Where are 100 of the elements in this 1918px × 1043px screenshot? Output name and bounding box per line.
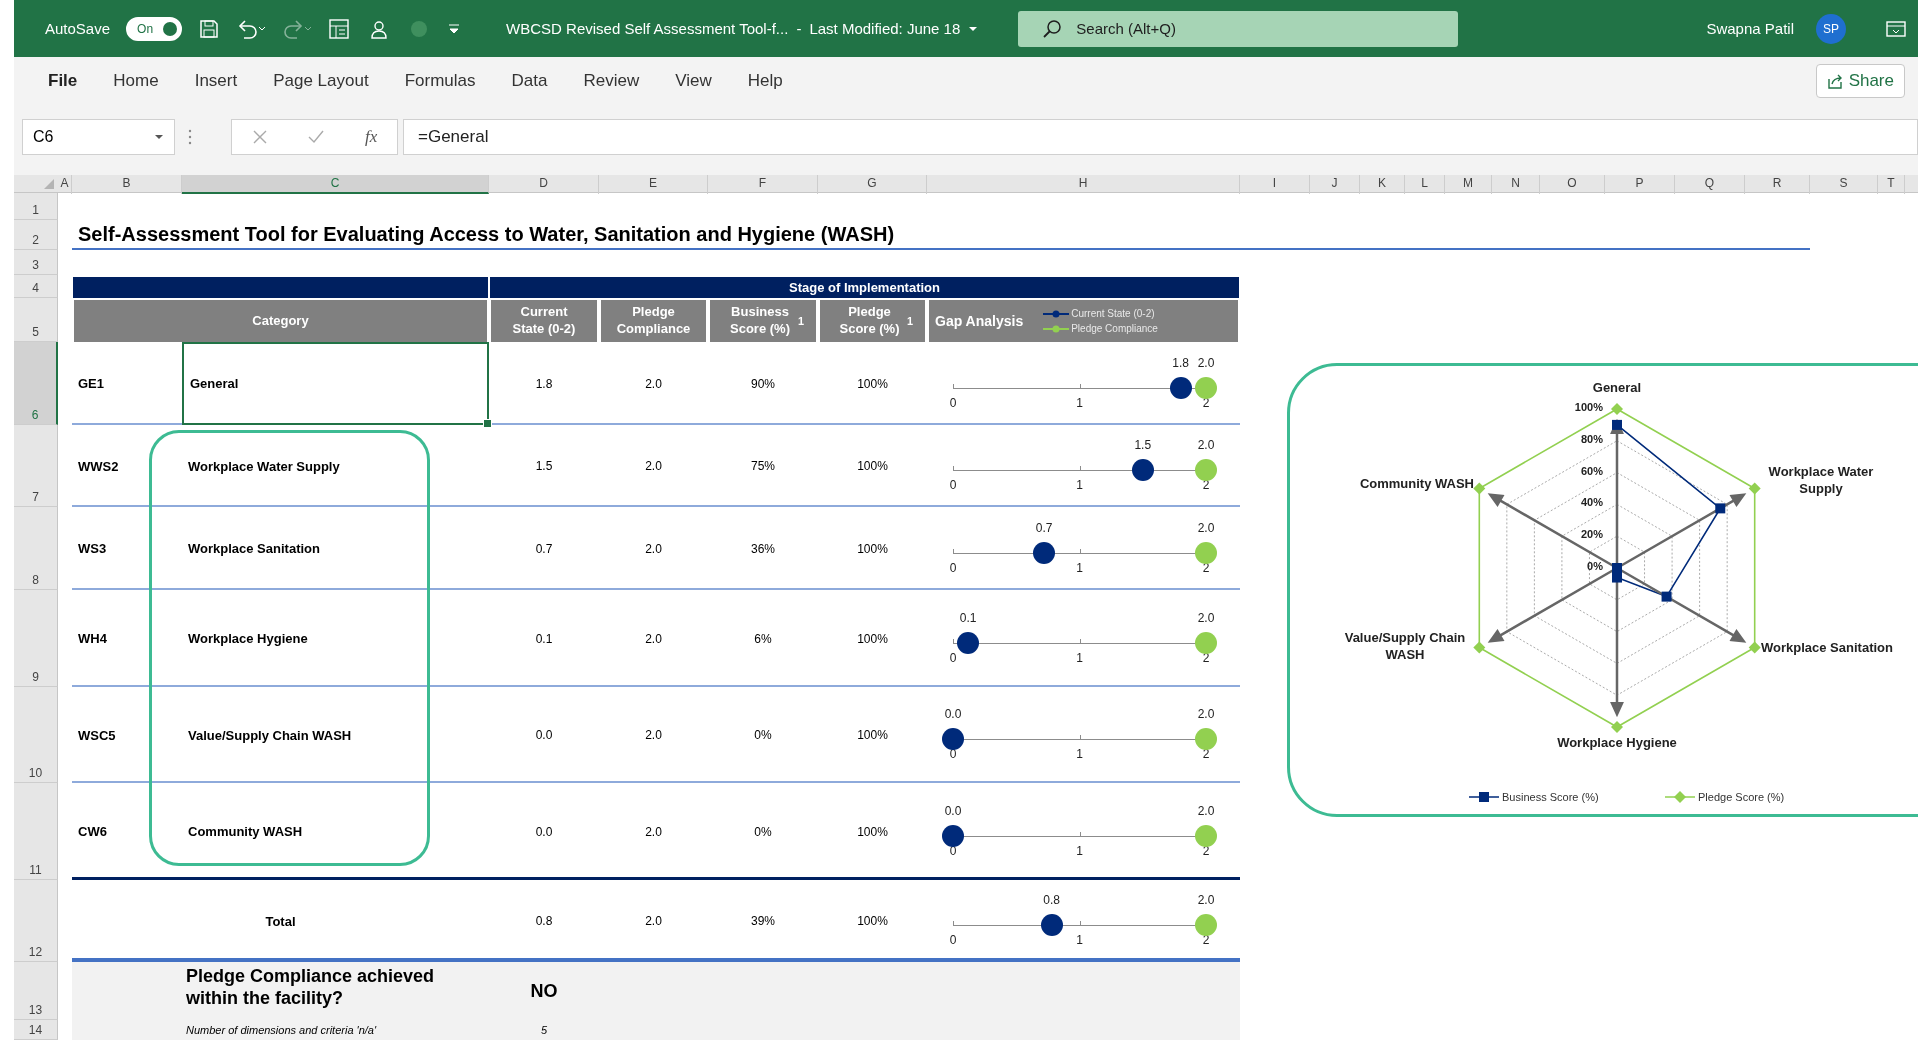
column-header[interactable]: H [927,175,1240,194]
column-header[interactable]: K [1360,175,1405,194]
axis-tick-label: 1 [1076,933,1083,947]
axis-tick-label: 1 [1076,843,1083,858]
axis-tick-label: 0 [949,560,957,575]
table-cell[interactable]: Workplace Water Supply [182,425,489,507]
autosave-label: AutoSave [45,20,111,37]
column-header[interactable]: L [1405,175,1445,194]
category-label: General [1591,380,1643,397]
table-cell-text: 6% [753,630,773,648]
table-cell-text: 100% [856,913,889,930]
row-header[interactable]: 5 [14,298,58,342]
column-header[interactable]: A [58,175,72,194]
row-header[interactable]: 4 [14,275,58,298]
row-header[interactable]: 7 [14,425,58,507]
ribbon-tab[interactable]: Help [729,65,801,97]
pledge-value: 2.0 [1197,707,1215,721]
column-header[interactable]: I [1240,175,1310,194]
table-cell[interactable]: Community WASH [182,783,489,880]
column-header[interactable]: C [182,175,489,194]
table-cell-text: 0.0 [534,823,554,841]
table-cell-text: 2.0 [644,458,663,475]
insert-function-button[interactable]: fx [364,127,378,147]
column-header[interactable]: Q [1675,175,1745,194]
row-header[interactable]: 13 [14,962,58,1020]
table-cell-text: 0.1 [534,630,554,648]
table-cell-text: 0.0 [534,727,554,744]
current-state-value: 1.8 [1172,355,1190,370]
table-cell[interactable]: General [182,342,489,425]
pledge-value: 2.0 [1197,803,1215,818]
legend-label: Business Score (%) [1502,791,1599,803]
table-cell-text: 39% [750,913,776,930]
row-header[interactable]: 8 [14,507,58,590]
row-header[interactable]: 6 [14,342,58,425]
column-header[interactable]: E [599,175,708,194]
column-header[interactable]: J [1310,175,1360,194]
row-header[interactable]: 3 [14,250,58,275]
table-cell[interactable]: Workplace Hygiene [182,590,489,687]
column-header[interactable]: S [1810,175,1878,194]
column-header[interactable]: R [1745,175,1810,194]
column-title: Pledge Score (%)$^{1}$ [820,300,925,342]
compliance-question: Pledge Compliance achieved within the facility? [185,966,436,1010]
row-header[interactable]: 10 [14,687,58,783]
table-cell[interactable]: Workplace Sanitation [182,507,489,590]
table-cell-text: 90% [750,375,776,393]
autosave-toggle[interactable]: On [126,16,183,41]
category-label: Value/Supply Chain WASH [1343,630,1467,664]
formula-input[interactable]: =General [403,119,1918,155]
search-field[interactable]: Search (Alt+Q) [1018,10,1459,47]
table-cell-text: 2.0 [644,375,663,393]
axis-tick-label: 2 [1202,395,1210,410]
title-separator: - [796,20,802,37]
row-header[interactable]: 1 [14,193,58,220]
row-header[interactable]: 2 [14,220,58,250]
axis-tick-label: 1 [1076,560,1083,575]
last-modified[interactable]: Last Modified: June 18 [809,20,961,37]
name-box[interactable]: C6 [22,119,175,155]
ribbon-tab[interactable]: Home [95,65,177,97]
ribbon-tab[interactable]: Insert [176,65,256,97]
column-header[interactable]: D [489,175,599,194]
axis-tick-label: 80% [1579,432,1603,445]
category-label: Workplace Hygiene [1556,735,1678,752]
ribbon-tab[interactable]: Review [565,65,658,97]
row-header[interactable]: 14 [14,1020,58,1040]
column-title: Gap Analysis [935,311,1024,331]
column-header[interactable]: N [1492,175,1540,194]
current-state-value: 0.0 [944,803,962,818]
table-cell-text: 100% [856,540,889,558]
ribbon-tab[interactable]: View [657,65,730,97]
row-header[interactable]: 9 [14,590,58,687]
pledge-value: 2.0 [1197,610,1215,625]
user-avatar[interactable]: SP [1816,13,1846,44]
ribbon-tab[interactable]: Page Layout [255,65,387,97]
row-header[interactable]: 12 [14,880,58,962]
table-cell[interactable]: Value/Supply Chain WASH [182,687,489,783]
pledge-value: 2.0 [1197,893,1215,907]
axis-tick-label: 2 [1202,478,1210,492]
table-header: Stage of Implementation [490,277,1239,298]
table-cell-text: 100% [856,823,889,841]
share-button[interactable]: Share [1815,64,1905,98]
table-cell-text: 100% [856,727,889,744]
user-name[interactable]: Swapna Patil [1706,20,1794,37]
table-cell-text: GE1 [77,375,105,393]
column-header[interactable]: M [1445,175,1492,194]
row-header[interactable]: 11 [14,783,58,880]
table-cell-text: WS3 [77,540,108,558]
column-header[interactable]: O [1540,175,1605,194]
column-title: Business Score (%)$^{1}$ [710,300,816,342]
ribbon-tab[interactable]: Formulas [386,65,494,97]
axis-tick-label: 1 [1076,478,1083,492]
column-header[interactable]: T [1878,175,1905,194]
table-cell-text: 36% [750,540,776,558]
category-label: Workplace Water Supply [1767,464,1875,498]
column-title: Pledge Compliance [601,300,706,342]
column-header[interactable]: P [1605,175,1675,194]
legend-label: Current State (0-2) [1071,307,1155,320]
file-tab[interactable]: File [40,65,96,97]
column-header[interactable]: F [708,175,818,194]
ribbon-tab[interactable]: Data [493,65,566,97]
column-header[interactable]: G [818,175,927,194]
